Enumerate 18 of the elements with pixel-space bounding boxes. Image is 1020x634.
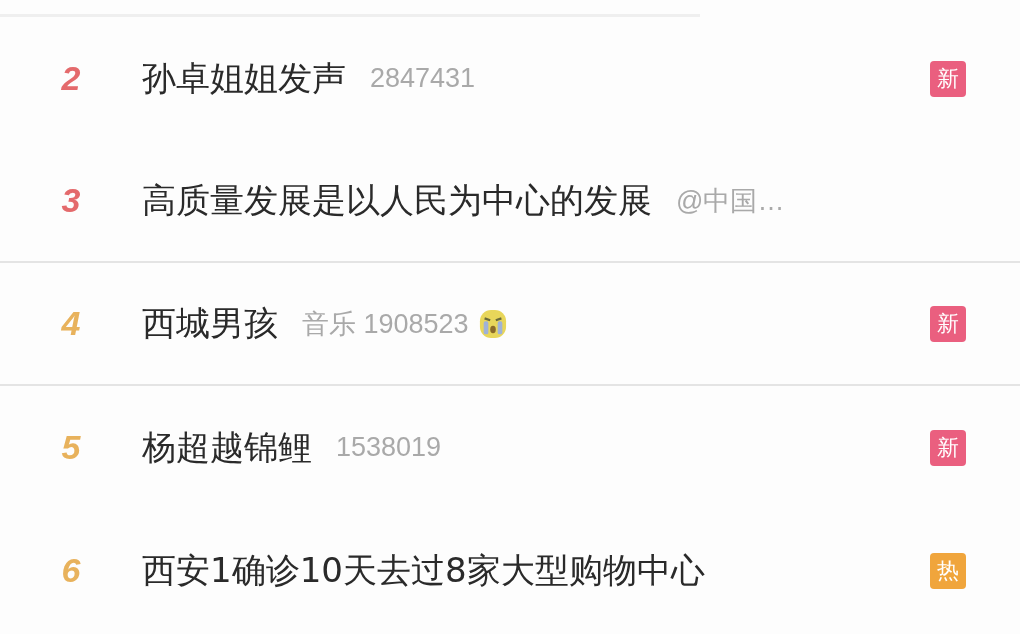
rank-number: 4 [60,304,82,343]
topic-title[interactable]: 西城男孩 [142,300,278,347]
rank-number: 5 [60,428,82,467]
rank-number: 6 [60,551,82,590]
topic-title[interactable]: 西安1确诊10天去过8家大型购物中心 [142,547,705,594]
topic-meta: 音乐 1908523 [302,307,469,341]
badge: 新 [930,305,966,342]
topic-title[interactable]: 孙卓姐姐发声 [142,55,346,102]
topic-title[interactable]: 杨超越锦鲤 [142,424,312,471]
topic-title[interactable]: 高质量发展是以人民为中心的发展 [142,177,652,224]
topic-meta: @中国… [676,184,785,218]
badge: 新 [930,429,966,466]
rank-number: 3 [60,181,82,220]
rank-number: 2 [60,59,82,98]
badge: 新 [930,60,966,97]
topic-meta: 2847431 [370,63,476,94]
topic-meta: 1538019 [336,432,442,463]
badge: 热 [930,552,966,589]
